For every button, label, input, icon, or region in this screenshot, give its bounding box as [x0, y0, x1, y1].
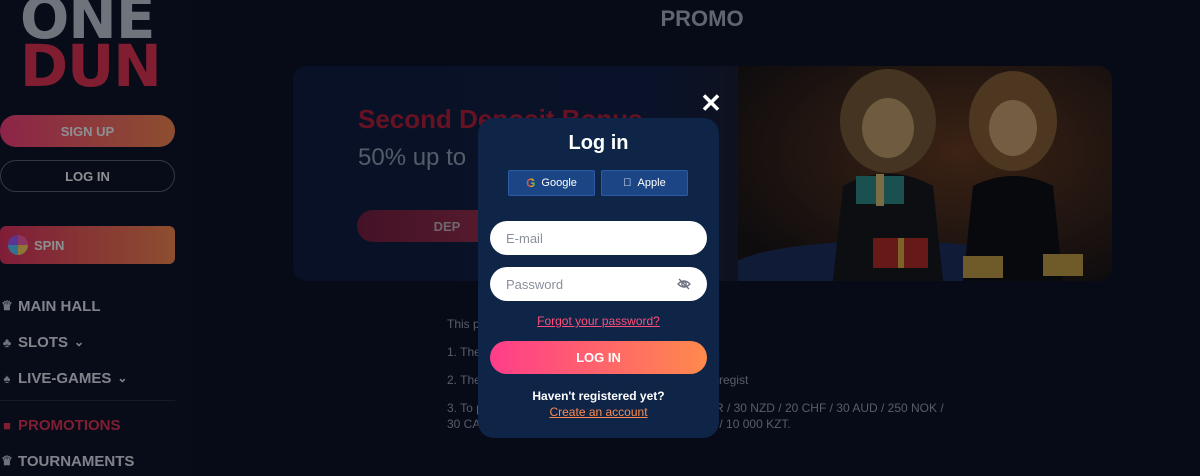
- eye-off-icon[interactable]: [676, 276, 692, 292]
- password-field[interactable]: [490, 267, 707, 301]
- create-account-link[interactable]: Create an account: [478, 405, 719, 419]
- apple-label: Apple: [633, 177, 666, 189]
- modal-title: Log in: [568, 132, 629, 154]
- close-icon[interactable]: ✕: [698, 90, 724, 116]
- forgot-password-link[interactable]: Forgot your password?: [478, 314, 719, 328]
- apple-login-button[interactable]:  Apple: [601, 170, 688, 196]
- google-icon: G: [526, 176, 536, 190]
- login-submit-button[interactable]: LOG IN: [490, 341, 707, 374]
- email-field[interactable]: [490, 221, 707, 255]
- google-login-button[interactable]: G Google: [508, 170, 595, 196]
- apple-icon: : [623, 177, 631, 189]
- login-modal: Log in G Google  Apple Forgot your pass…: [478, 118, 719, 438]
- not-registered-text: Haven't registered yet?: [532, 389, 665, 403]
- google-label: Google: [541, 177, 577, 189]
